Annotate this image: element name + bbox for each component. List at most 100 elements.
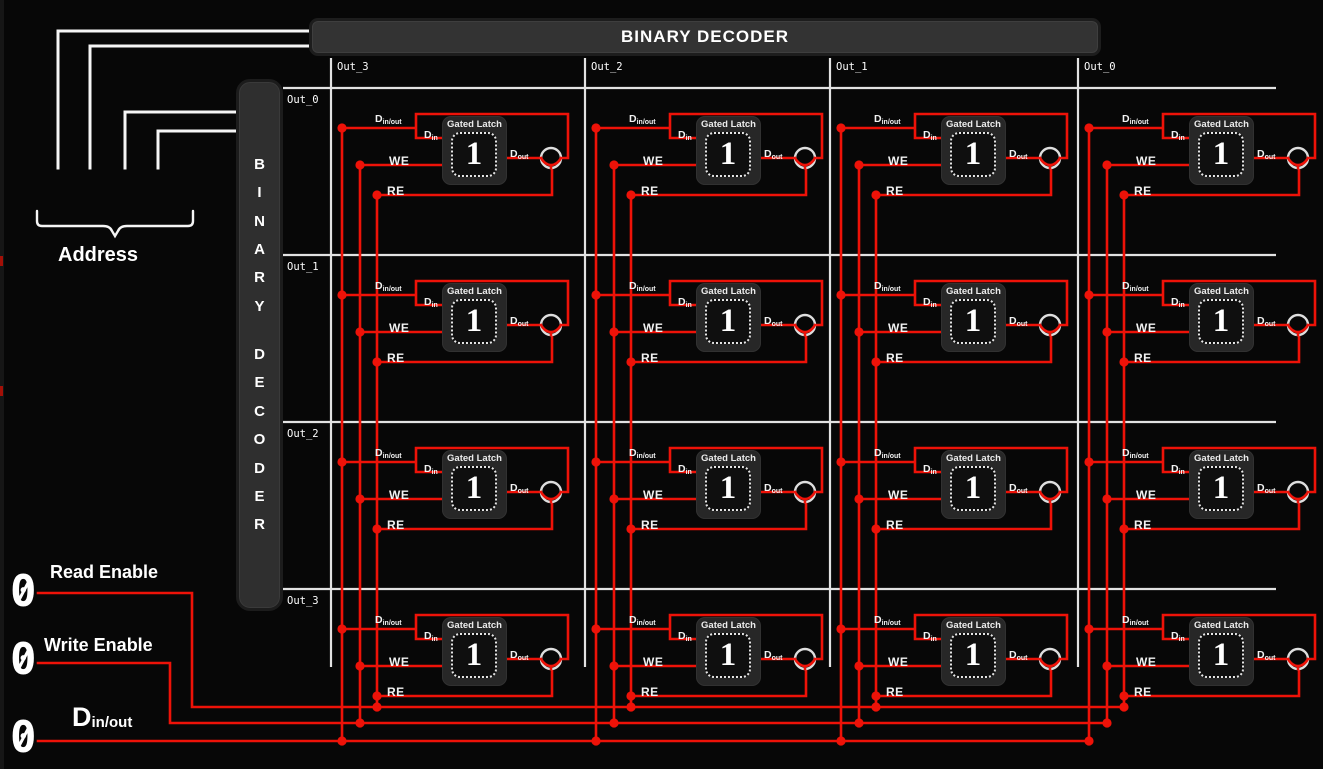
data-inout-label: Din/out — [72, 702, 132, 733]
read-enable-input[interactable]: 0 — [10, 570, 38, 616]
gated-latch-chip[interactable]: Gated Latch 1 — [1189, 450, 1254, 519]
cell-pin-label-dout: Dout — [510, 650, 528, 664]
cell-pin-label-we: WE — [888, 323, 908, 334]
data-inout-input[interactable]: 0 — [10, 716, 38, 762]
gated-latch-chip[interactable]: Gated Latch 1 — [941, 283, 1006, 352]
cell-pin-label-we: WE — [389, 490, 409, 501]
cell-pin-label-dinout: Din/out — [874, 114, 901, 128]
bit-display: 1 — [451, 466, 497, 511]
cell-pin-label-dout: Dout — [1257, 149, 1275, 163]
address-label: Address — [58, 244, 138, 267]
wire-junction-dot — [609, 718, 618, 727]
chip-title: Gated Latch — [941, 620, 1006, 631]
bit-display: 1 — [451, 633, 497, 678]
gated-latch-chip[interactable]: Gated Latch 1 — [941, 116, 1006, 185]
row-output-label: Out_0 — [287, 94, 319, 106]
cell-pin-label-din: Din — [678, 464, 692, 478]
cell-pin-label-re: RE — [387, 186, 405, 197]
gated-latch-chip[interactable]: Gated Latch 1 — [1189, 617, 1254, 686]
bit-value: 1 — [965, 639, 982, 672]
cell-pin-label-re: RE — [641, 520, 659, 531]
bit-value: 1 — [965, 138, 982, 171]
top-binary-decoder[interactable]: BINARY DECODER — [309, 18, 1101, 56]
cell-pin-label-dinout: Din/out — [629, 114, 656, 128]
bit-value: 1 — [1213, 138, 1230, 171]
chip-title: Gated Latch — [696, 620, 761, 631]
cell-pin-label-re: RE — [886, 186, 904, 197]
left-edge-strip — [0, 0, 4, 769]
bit-display: 1 — [950, 633, 996, 678]
vertical-decoder-letter: C — [254, 404, 265, 420]
chip-title: Gated Latch — [442, 286, 507, 297]
cell-pin-label-re: RE — [886, 687, 904, 698]
gated-latch-chip[interactable]: Gated Latch 1 — [696, 617, 761, 686]
cell-pin-label-din: Din — [1171, 130, 1185, 144]
gated-latch-chip[interactable]: Gated Latch 1 — [442, 116, 507, 185]
vertical-decoder-letter: N — [254, 214, 265, 230]
cell-pin-label-we: WE — [389, 657, 409, 668]
chip-title: Gated Latch — [442, 453, 507, 464]
bit-value: 1 — [720, 472, 737, 505]
vertical-decoder-letter: I — [257, 185, 261, 201]
cell-pin-label-dinout: Din/out — [629, 448, 656, 462]
cell-pin-label-re: RE — [641, 687, 659, 698]
bit-value: 1 — [1213, 639, 1230, 672]
cell-pin-label-re: RE — [886, 353, 904, 364]
cell-pin-label-re: RE — [886, 520, 904, 531]
cell-pin-label-dinout: Din/out — [629, 281, 656, 295]
memory-cell: Din/out Din WE RE Dout Gated Latch 1 — [331, 255, 581, 385]
cell-pin-label-din: Din — [678, 130, 692, 144]
cell-pin-label-re: RE — [387, 353, 405, 364]
wire-junction-dot — [1102, 718, 1111, 727]
column-output-label: Out_1 — [836, 61, 868, 73]
gated-latch-chip[interactable]: Gated Latch 1 — [1189, 283, 1254, 352]
left-binary-decoder[interactable]: BINARYDECODER — [236, 79, 283, 611]
cell-pin-label-re: RE — [1134, 186, 1152, 197]
gated-latch-chip[interactable]: Gated Latch 1 — [941, 617, 1006, 686]
gated-latch-chip[interactable]: Gated Latch 1 — [1189, 116, 1254, 185]
gated-latch-chip[interactable]: Gated Latch 1 — [941, 450, 1006, 519]
clipped-wire-tick — [0, 256, 3, 266]
bit-display: 1 — [705, 299, 751, 344]
cell-pin-label-dout: Dout — [1257, 650, 1275, 664]
gated-latch-chip[interactable]: Gated Latch 1 — [442, 450, 507, 519]
wire-junction-dot — [1084, 736, 1093, 745]
bit-value: 1 — [965, 472, 982, 505]
bit-value: 1 — [1213, 305, 1230, 338]
cell-pin-label-din: Din — [424, 130, 438, 144]
vertical-decoder-letter: Y — [254, 299, 264, 315]
cell-pin-label-we: WE — [1136, 657, 1156, 668]
read-enable-label: Read Enable — [50, 562, 158, 583]
cell-pin-label-dinout: Din/out — [375, 448, 402, 462]
cell-pin-label-dout: Dout — [764, 316, 782, 330]
cell-pin-label-din: Din — [678, 631, 692, 645]
gated-latch-chip[interactable]: Gated Latch 1 — [696, 450, 761, 519]
cell-pin-label-we: WE — [643, 156, 663, 167]
cell-pin-label-we: WE — [888, 156, 908, 167]
bit-value: 1 — [466, 639, 483, 672]
wire-junction-dot — [854, 718, 863, 727]
cell-pin-label-dinout: Din/out — [629, 615, 656, 629]
memory-cell: Din/out Din WE RE Dout Gated Latch 1 — [331, 589, 581, 719]
bit-value: 1 — [720, 138, 737, 171]
write-enable-input[interactable]: 0 — [10, 638, 38, 684]
cell-pin-label-dout: Dout — [510, 149, 528, 163]
gated-latch-chip[interactable]: Gated Latch 1 — [696, 116, 761, 185]
gated-latch-chip[interactable]: Gated Latch 1 — [442, 617, 507, 686]
chip-title: Gated Latch — [1189, 119, 1254, 130]
memory-cell: Din/out Din WE RE Dout Gated Latch 1 — [1078, 422, 1323, 552]
address-wire-1 — [125, 112, 238, 168]
bit-value: 1 — [466, 305, 483, 338]
memory-cell: Din/out Din WE RE Dout Gated Latch 1 — [585, 255, 835, 385]
gated-latch-chip[interactable]: Gated Latch 1 — [696, 283, 761, 352]
cell-pin-label-re: RE — [1134, 687, 1152, 698]
bit-display: 1 — [1198, 132, 1244, 177]
cell-pin-label-dinout: Din/out — [1122, 615, 1149, 629]
gated-latch-chip[interactable]: Gated Latch 1 — [442, 283, 507, 352]
chip-title: Gated Latch — [696, 119, 761, 130]
memory-cell: Din/out Din WE RE Dout Gated Latch 1 — [830, 589, 1080, 719]
chip-title: Gated Latch — [1189, 286, 1254, 297]
memory-cell: Din/out Din WE RE Dout Gated Latch 1 — [585, 589, 835, 719]
cell-pin-label-we: WE — [643, 490, 663, 501]
bit-value: 1 — [466, 472, 483, 505]
